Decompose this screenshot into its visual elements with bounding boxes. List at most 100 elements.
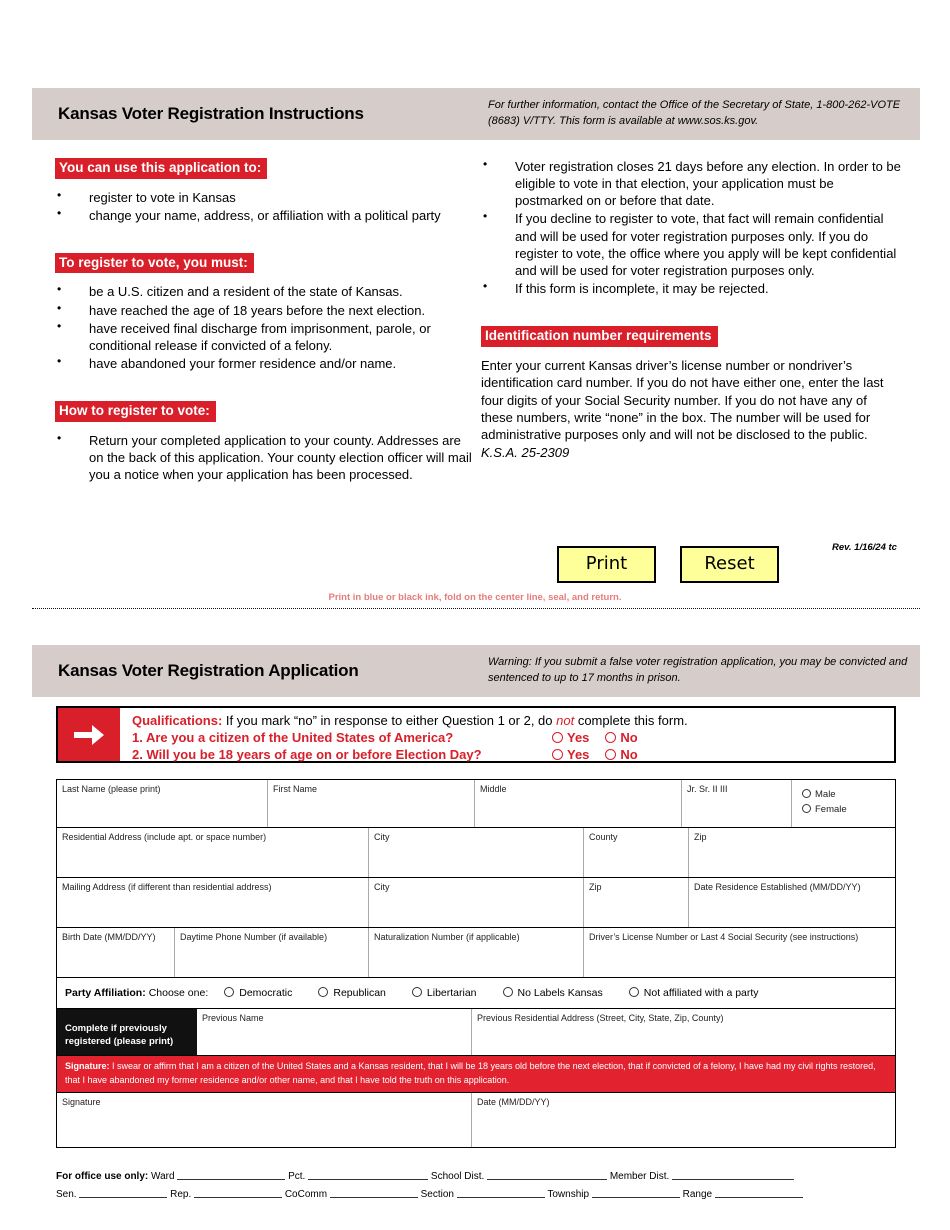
republican-radio[interactable]	[318, 987, 329, 997]
section-identification: Identification number requirements Enter…	[481, 326, 901, 461]
female-radio[interactable]	[802, 803, 811, 813]
office-field-sen-input[interactable]	[79, 1186, 168, 1198]
instructions-contact-note: For further information, contact the Off…	[488, 99, 901, 127]
field-label: City	[374, 882, 390, 892]
qualifications-banner: Qualifications: If you mark “no” in resp…	[56, 706, 896, 763]
field-label: Naturalization Number (if applicable)	[374, 932, 520, 942]
field-suffix[interactable]: Jr. Sr. II III	[682, 780, 792, 827]
q2-yes-radio[interactable]	[552, 749, 563, 761]
reset-button[interactable]: Reset	[680, 546, 779, 583]
gender-male-option[interactable]: Male	[802, 788, 894, 803]
section-heading-use: You can use this application to:	[55, 158, 268, 179]
qualifications-question-2: 2. Will you be 18 years of age on or bef…	[132, 747, 482, 763]
field-last-name[interactable]: Last Name (please print)	[57, 780, 268, 827]
list-item: have received final discharge from impri…	[55, 319, 475, 354]
office-field-member-dist-label: Member Dist.	[609, 1171, 670, 1182]
office-field-cocomm-label: CoComm	[284, 1188, 328, 1200]
section-heading-how: How to register to vote:	[55, 401, 216, 422]
application-title: Kansas Voter Registration Application	[58, 661, 359, 680]
instructions-title: Kansas Voter Registration Instructions	[58, 104, 364, 123]
office-field-section-input[interactable]	[456, 1186, 545, 1198]
table-row: Mailing Address (if different than resid…	[57, 878, 895, 928]
office-field-ward-input[interactable]	[177, 1168, 286, 1180]
party-option-libertarian[interactable]: Libertarian	[411, 987, 477, 999]
q1-no-label: No	[620, 730, 638, 746]
unaffiliated-radio[interactable]	[628, 987, 639, 997]
field-label: Birth Date (MM/DD/YY)	[62, 932, 156, 942]
field-first-name[interactable]: First Name	[268, 780, 475, 827]
qualifications-lead-text-b: complete this form.	[574, 713, 688, 728]
field-city-residential[interactable]: City	[369, 828, 584, 877]
field-residential-address[interactable]: Residential Address (include apt. or spa…	[57, 828, 369, 877]
qualifications-question-1: 1. Are you a citizen of the United State…	[132, 730, 454, 746]
libertarian-radio[interactable]	[411, 987, 422, 997]
q1-yes-label: Yes	[567, 730, 590, 746]
office-field-member-dist-input[interactable]	[672, 1168, 795, 1180]
field-daytime-phone[interactable]: Daytime Phone Number (if available)	[175, 928, 369, 977]
field-label: Date Residence Established (MM/DD/YY)	[694, 882, 861, 892]
male-radio[interactable]	[802, 789, 811, 798]
field-previous-name[interactable]: Previous Name	[197, 1009, 472, 1055]
democratic-radio[interactable]	[224, 987, 235, 997]
male-label: Male	[815, 789, 836, 800]
office-field-range-label: Range	[682, 1188, 713, 1200]
party-affiliation-label: Party Affiliation:	[65, 987, 146, 999]
field-label: Jr. Sr. II III	[687, 784, 728, 794]
field-drivers-license[interactable]: Driver’s License Number or Last 4 Social…	[584, 928, 894, 977]
field-label: Zip	[694, 832, 707, 842]
party-option-unaffiliated[interactable]: Not affiliated with a party	[628, 987, 759, 999]
identification-citation: K.S.A. 25-2309	[481, 444, 570, 460]
application-form-table: Last Name (please print) First Name Midd…	[56, 779, 896, 1148]
field-label: Daytime Phone Number (if available)	[180, 932, 328, 942]
office-field-pct-input[interactable]	[308, 1168, 429, 1180]
party-option-no-labels-kansas[interactable]: No Labels Kansas	[502, 987, 603, 999]
field-previous-address[interactable]: Previous Residential Address (Street, Ci…	[472, 1009, 893, 1055]
application-warning: Warning: If you submit a false voter reg…	[488, 656, 908, 684]
q2-no-radio[interactable]	[605, 749, 617, 761]
field-naturalization-number[interactable]: Naturalization Number (if applicable)	[369, 928, 584, 977]
field-middle-name[interactable]: Middle	[475, 780, 682, 827]
field-city-mailing[interactable]: City	[369, 878, 584, 927]
instructions-right-column: Voter registration closes 21 days before…	[481, 157, 901, 461]
qualifications-lead-not: not	[556, 713, 575, 728]
office-use-row-1: For office use only: Ward Pct. School Di…	[56, 1168, 896, 1186]
how-list: Return your completed application to you…	[55, 431, 475, 483]
field-birth-date[interactable]: Birth Date (MM/DD/YY)	[57, 928, 175, 977]
signature-affirmation-strip: Signature: I swear or affirm that I am a…	[57, 1056, 895, 1093]
party-option-republican[interactable]: Republican	[318, 987, 386, 999]
office-field-township-label: Township	[547, 1188, 590, 1200]
section-you-can-use: You can use this application to: registe…	[55, 158, 475, 224]
field-zip-mailing[interactable]: Zip	[584, 878, 689, 927]
list-item: register to vote in Kansas	[55, 188, 475, 206]
field-date-signed[interactable]: Date (MM/DD/YY)	[472, 1093, 894, 1147]
field-date-residence-established[interactable]: Date Residence Established (MM/DD/YY)	[689, 878, 894, 927]
fold-instruction-note: Print in blue or black ink, fold on the …	[328, 592, 622, 603]
revision-text: Rev. 1/16/24 tc	[832, 542, 897, 553]
field-signature[interactable]: Signature	[57, 1093, 472, 1147]
field-label: Previous Residential Address (Street, Ci…	[477, 1013, 724, 1023]
table-row: Signature Date (MM/DD/YY)	[57, 1093, 895, 1147]
party-option-democratic[interactable]: Democratic	[224, 987, 292, 999]
office-field-school-dist-input[interactable]	[487, 1168, 608, 1180]
fold-dotted-line	[32, 608, 920, 609]
field-county[interactable]: County	[584, 828, 689, 877]
section-heading-identification: Identification number requirements	[481, 326, 718, 347]
q1-yes-radio[interactable]	[552, 732, 563, 744]
signature-strip-text: I swear or affirm that I am a citizen of…	[65, 1061, 876, 1085]
party-affiliation-row: Party Affiliation: Choose one: Democrati…	[57, 978, 895, 1009]
office-field-township-input[interactable]	[591, 1186, 680, 1198]
office-field-cocomm-input[interactable]	[329, 1186, 418, 1198]
list-item: be a U.S. citizen and a resident of the …	[55, 282, 475, 300]
q1-no-radio[interactable]	[605, 732, 617, 744]
field-zip-residential[interactable]: Zip	[689, 828, 894, 877]
voter-registration-page: Kansas Voter Registration Instructions F…	[0, 0, 950, 1230]
no-labels-kansas-radio[interactable]	[502, 987, 513, 997]
table-row: Last Name (please print) First Name Midd…	[57, 780, 895, 828]
field-mailing-address[interactable]: Mailing Address (if different than resid…	[57, 878, 369, 927]
office-field-range-input[interactable]	[714, 1186, 803, 1198]
office-field-rep-input[interactable]	[194, 1186, 283, 1198]
print-button[interactable]: Print	[557, 546, 656, 583]
party-option-label: Libertarian	[426, 987, 477, 999]
gender-female-option[interactable]: Female	[802, 803, 894, 818]
field-label: Signature	[62, 1097, 101, 1107]
